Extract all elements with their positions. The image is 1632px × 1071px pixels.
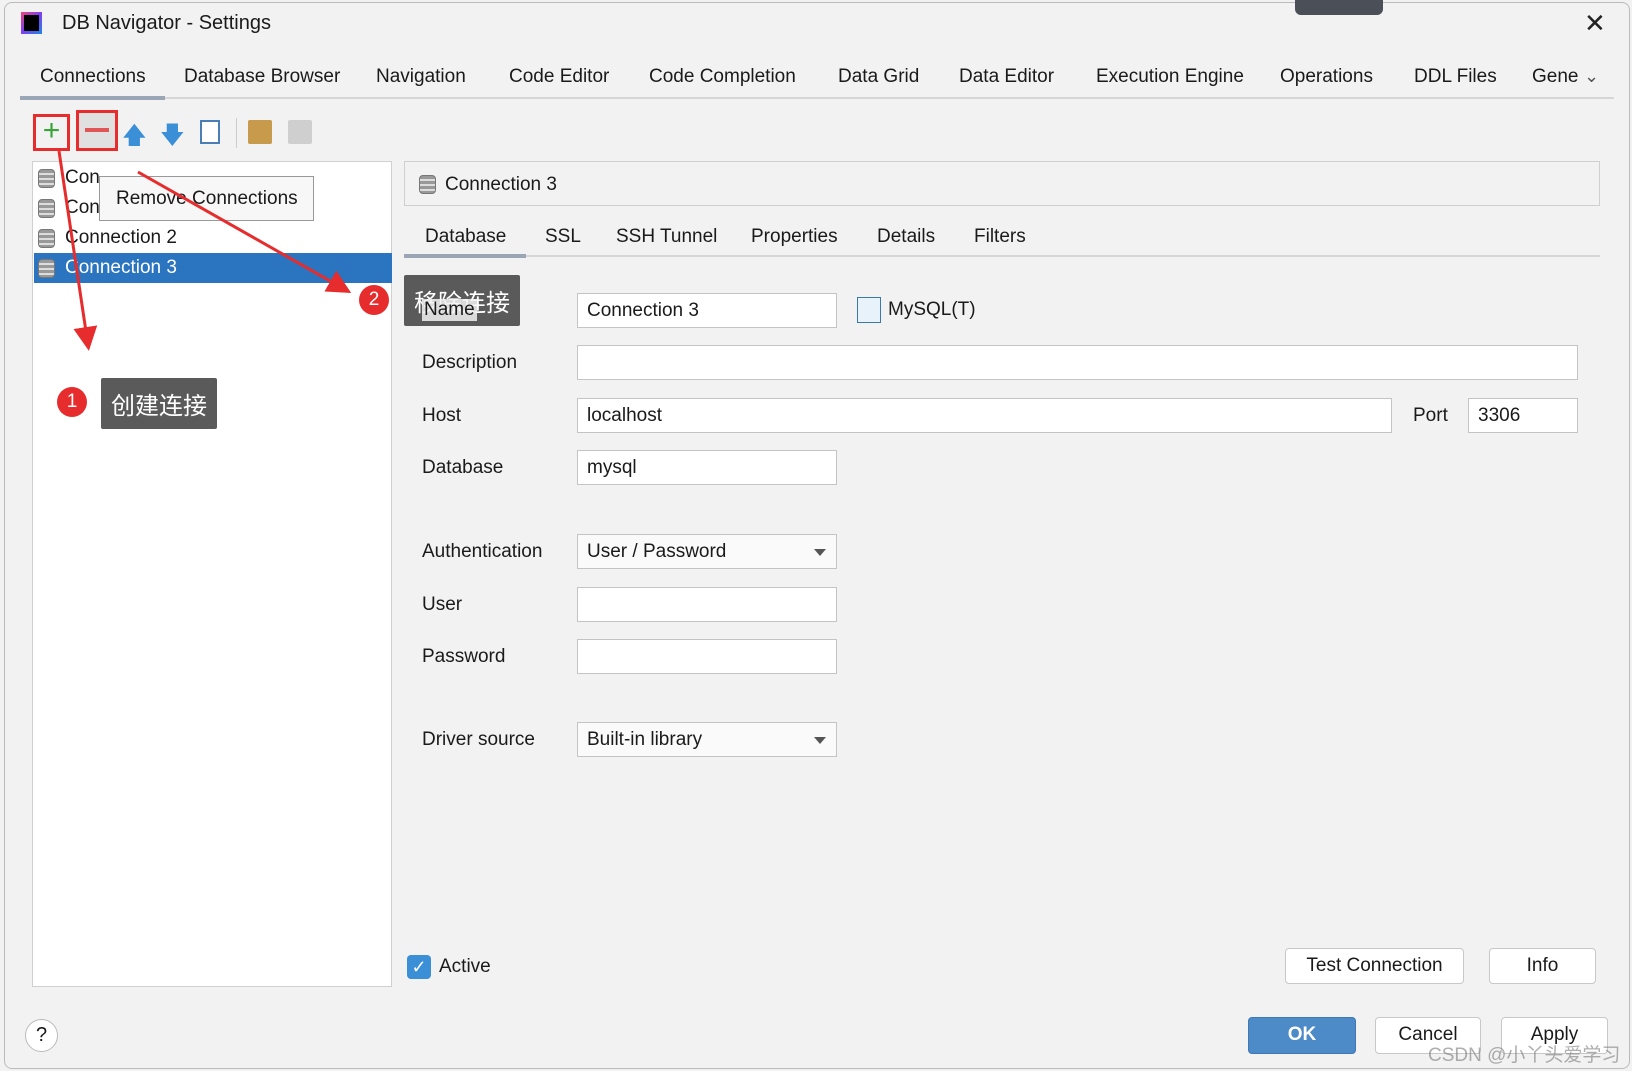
arrow-to-callout-1 bbox=[57, 150, 98, 351]
annotation-arrows bbox=[57, 150, 352, 351]
annotation-badge-2: 2 bbox=[359, 285, 389, 315]
name-label: Name bbox=[422, 299, 477, 321]
arrow-to-callout-2 bbox=[137, 170, 352, 293]
watermark: CSDN @小丫头爱学习 bbox=[1428, 1045, 1621, 1066]
annotation-callout-1: 创建连接 bbox=[101, 378, 217, 429]
annotation-badge-1: 1 bbox=[57, 387, 87, 417]
